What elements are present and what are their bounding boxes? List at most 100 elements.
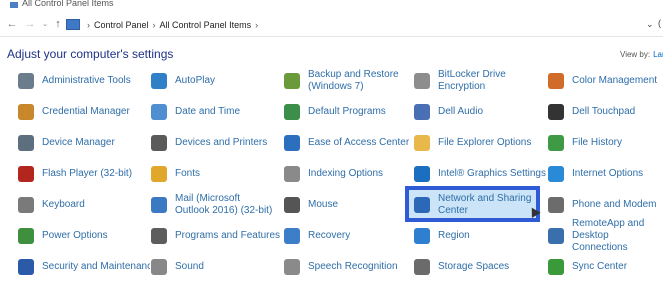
address-dropdown-icon[interactable]: ⌄: [646, 19, 654, 30]
control-panel-item[interactable]: Keyboard: [18, 190, 150, 220]
file-explorer-options-icon: [414, 135, 430, 151]
control-panel-item[interactable]: Administrative Tools: [18, 66, 150, 96]
control-panel-item-label: BitLocker Drive Encryption: [438, 69, 506, 92]
control-panel-item[interactable]: Sound: [151, 252, 283, 282]
back-button[interactable]: ←: [5, 17, 19, 31]
control-panel-item-label: Network and Sharing Center: [438, 193, 532, 216]
control-panel-item[interactable]: Recovery: [284, 221, 416, 251]
sound-icon: [151, 259, 167, 275]
control-panel-icon: [66, 19, 80, 30]
control-panel-item[interactable]: Backup and Restore (Windows 7): [284, 66, 416, 96]
view-by: View by:Larg: [620, 50, 663, 59]
control-panel-item[interactable]: Region: [414, 221, 546, 251]
view-by-label: View by:: [620, 50, 651, 59]
administrative-tools-icon: [18, 73, 34, 89]
control-panel-item[interactable]: Sync Center: [548, 252, 663, 282]
window-title: All Control Panel Items: [22, 0, 114, 8]
control-panel-item-label: Keyboard: [42, 199, 85, 210]
control-panel-item[interactable]: Mail (Microsoft Outlook 2016) (32-bit): [151, 190, 283, 220]
control-panel-item-label: Security and Maintenance: [42, 261, 150, 272]
control-panel-item[interactable]: Storage Spaces: [414, 252, 546, 282]
control-panel-item-label: Mouse: [308, 199, 339, 210]
recent-locations-button[interactable]: ⌄: [38, 17, 52, 31]
control-panel-item-label: Indexing Options: [308, 168, 384, 179]
address-field[interactable]: › Control Panel › All Control Panel Item…: [66, 16, 663, 33]
address-bar-row: ← → ⌄ ↑ › Control Panel › All Control Pa…: [0, 14, 663, 37]
control-panel-item-label: Default Programs: [308, 106, 386, 117]
control-panel-item[interactable]: File Explorer Options: [414, 128, 546, 158]
autoplay-icon: [151, 73, 167, 89]
control-panel-item[interactable]: Indexing Options: [284, 159, 416, 189]
date-time-icon: [151, 104, 167, 120]
control-panel-item-label: Intel® Graphics Settings: [438, 168, 546, 179]
region-icon: [414, 228, 430, 244]
control-panel-item[interactable]: Programs and Features: [151, 221, 283, 251]
phone-modem-icon: [548, 197, 564, 213]
ease-of-access-icon: [284, 135, 300, 151]
control-panel-item-label: Sound: [175, 261, 204, 272]
control-panel-item[interactable]: Mouse: [284, 190, 416, 220]
view-by-dropdown[interactable]: Larg: [653, 50, 663, 59]
control-panel-items: Administrative Tools AutoPlay Backup and R…: [0, 69, 663, 275]
control-panel-item-label: Power Options: [42, 230, 108, 241]
control-panel-item-label: Phone and Modem: [572, 199, 657, 210]
control-panel-item[interactable]: Ease of Access Center: [284, 128, 416, 158]
mouse-icon: [284, 197, 300, 213]
color-management-icon: [548, 73, 564, 89]
control-panel-item[interactable]: RemoteApp and Desktop Connections: [548, 218, 663, 253]
dell-audio-icon: [414, 104, 430, 120]
control-panel-item[interactable]: Power Options: [18, 221, 150, 251]
forward-button[interactable]: →: [23, 17, 37, 31]
control-panel-item[interactable]: Credential Manager: [18, 97, 150, 127]
breadcrumb-separator: ›: [87, 19, 90, 30]
control-panel-item-label: AutoPlay: [175, 75, 216, 86]
control-panel-item[interactable]: Fonts: [151, 159, 283, 189]
control-panel-item[interactable]: Default Programs: [284, 97, 416, 127]
control-panel-item-label: Sync Center: [572, 261, 628, 272]
control-panel-item-label: Credential Manager: [42, 106, 130, 117]
control-panel-item-label: Date and Time: [175, 106, 241, 117]
control-panel-item[interactable]: Color Management: [548, 66, 663, 96]
bitlocker-icon: [414, 73, 430, 89]
power-options-icon: [18, 228, 34, 244]
control-panel-item-label: Recovery: [308, 230, 351, 241]
control-panel-item[interactable]: Dell Touchpad: [548, 97, 663, 127]
refresh-button[interactable]: (: [658, 18, 661, 28]
control-panel-item[interactable]: Network and Sharing Center: [414, 190, 546, 220]
breadcrumb-control-panel[interactable]: Control Panel: [94, 20, 149, 30]
control-panel-item-label: Devices and Printers: [175, 137, 268, 148]
control-panel-item[interactable]: Phone and Modem: [548, 190, 663, 220]
indexing-options-icon: [284, 166, 300, 182]
breadcrumb-separator[interactable]: ›: [255, 20, 258, 30]
control-panel-item-label: File Explorer Options: [438, 137, 532, 148]
control-panel-item[interactable]: Device Manager: [18, 128, 150, 158]
security-maintenance-icon: [18, 259, 34, 275]
control-panel-item[interactable]: Security and Maintenance: [18, 252, 150, 282]
control-panel-item[interactable]: Flash Player (32-bit): [18, 159, 150, 189]
control-panel-item-label: RemoteApp and Desktop Connections: [572, 218, 645, 253]
breadcrumb-separator: ›: [152, 19, 156, 30]
breadcrumb-all-items[interactable]: All Control Panel Items: [160, 20, 252, 30]
backup-restore-icon: [284, 73, 300, 89]
control-panel-item-label: Flash Player (32-bit): [42, 168, 133, 179]
control-panel-item-label: Ease of Access Center: [308, 137, 410, 148]
control-panel-item[interactable]: Devices and Printers: [151, 128, 283, 158]
control-panel-item[interactable]: Intel® Graphics Settings: [414, 159, 546, 189]
control-panel-item[interactable]: AutoPlay: [151, 66, 283, 96]
page-title: Adjust your computer's settings: [7, 47, 174, 61]
storage-spaces-icon: [414, 259, 430, 275]
control-panel-item[interactable]: BitLocker Drive Encryption: [414, 66, 546, 96]
control-panel-item-label: Backup and Restore (Windows 7): [308, 69, 399, 92]
flash-player-icon: [18, 166, 34, 182]
programs-features-icon: [151, 228, 167, 244]
dell-touchpad-icon: [548, 104, 564, 120]
control-panel-item[interactable]: Internet Options: [548, 159, 663, 189]
control-panel-item[interactable]: Speech Recognition: [284, 252, 416, 282]
control-panel-item-label: Device Manager: [42, 137, 115, 148]
control-panel-item-label: Region: [438, 230, 470, 241]
control-panel-item[interactable]: Dell Audio: [414, 97, 546, 127]
control-panel-item[interactable]: Date and Time: [151, 97, 283, 127]
up-button[interactable]: ↑: [51, 17, 65, 31]
control-panel-item[interactable]: File History: [548, 128, 663, 158]
control-panel-item-label: Storage Spaces: [438, 261, 510, 272]
